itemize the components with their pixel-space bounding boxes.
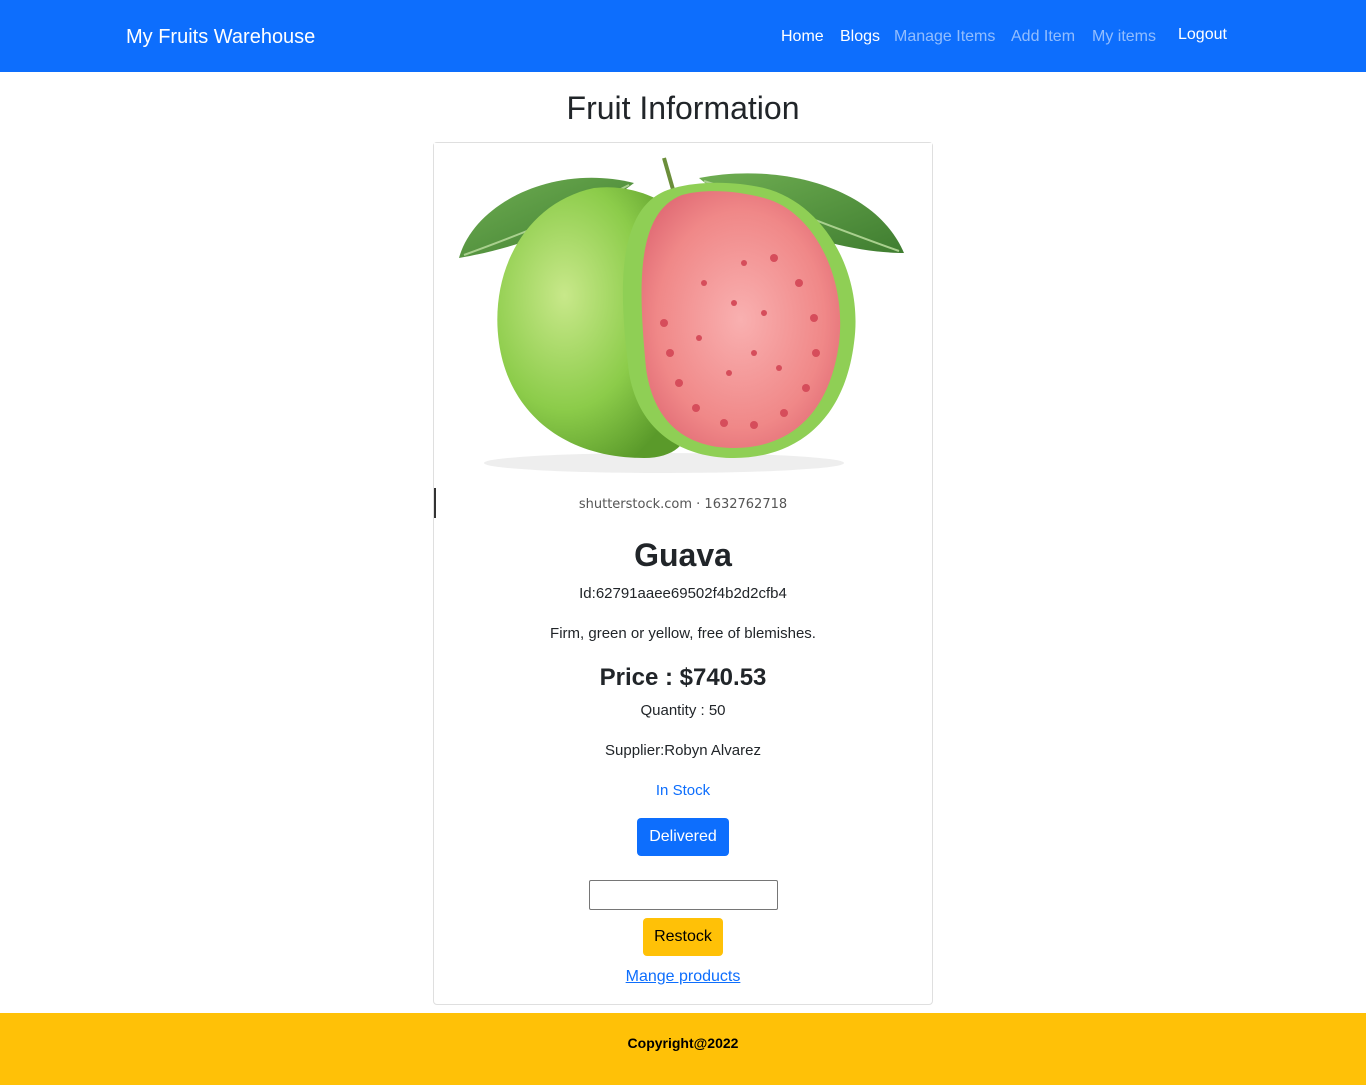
nav-link-my-items[interactable]: My items: [1092, 26, 1156, 48]
nav-link-blogs[interactable]: Blogs: [840, 26, 880, 48]
fruit-description: Firm, green or yellow, free of blemishes…: [550, 625, 816, 642]
image-caption: shutterstock.com · 1632762718: [578, 497, 788, 512]
logout-button[interactable]: Logout: [1178, 24, 1227, 46]
restock-button[interactable]: Restock: [643, 918, 723, 956]
fruit-name: Guava: [634, 537, 732, 573]
fruit-quantity: Quantity : 50: [640, 702, 726, 719]
fruit-price: Price : $740.53: [599, 664, 767, 691]
guava-illustration: [459, 157, 904, 473]
fruit-supplier: Supplier:Robyn Alvarez: [605, 742, 761, 759]
manage-products-link[interactable]: Mange products: [434, 967, 932, 987]
nav-link-add-item[interactable]: Add Item: [1011, 26, 1075, 48]
restock-quantity-input[interactable]: [589, 880, 778, 910]
delivered-button[interactable]: Delivered: [637, 818, 729, 856]
fruit-id: Id:62791aaee69502f4b2d2cfb4: [579, 585, 787, 602]
footer: Copyright@2022: [0, 1013, 1366, 1085]
page-title: Fruit Information: [566, 90, 800, 126]
nav-link-manage-items[interactable]: Manage Items: [894, 26, 995, 48]
main-nav: Home Blogs Manage Items Add Item My item…: [0, 26, 1366, 50]
copyright-text: Copyright@2022: [627, 1035, 739, 1051]
stock-status: In Stock: [655, 782, 711, 799]
nav-link-home[interactable]: Home: [781, 26, 824, 48]
fruit-image: shutterstock.com · 1632762718: [434, 143, 932, 521]
fruit-card: shutterstock.com · 1632762718 Guava Id:6…: [433, 142, 933, 1005]
top-navbar: My Fruits Warehouse Home Blogs Manage It…: [0, 0, 1366, 72]
